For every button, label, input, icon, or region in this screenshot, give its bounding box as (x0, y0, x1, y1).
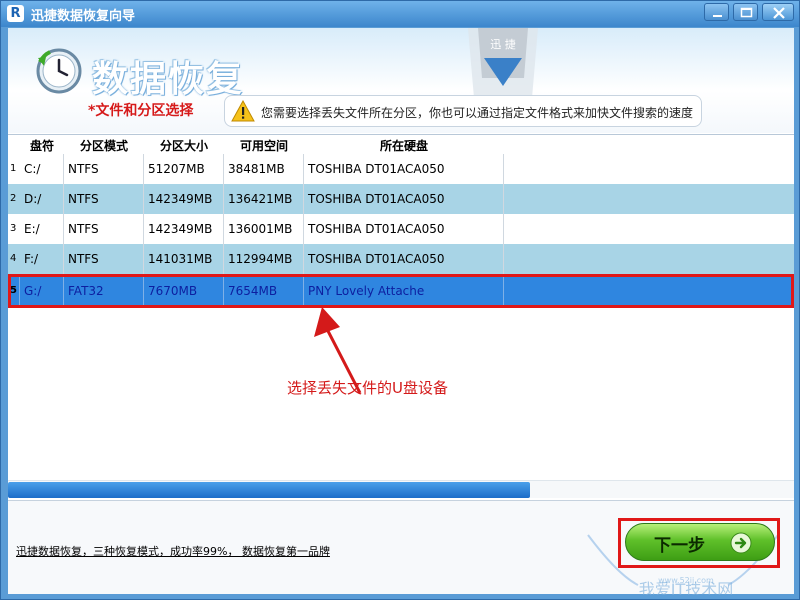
cell-size: 142349MB (144, 184, 224, 214)
row-index: 1 (10, 163, 17, 174)
cell-filler (504, 154, 794, 184)
annotation-text: 选择丢失文件的U盘设备 (287, 379, 448, 397)
cell-free: 112994MB (224, 244, 304, 274)
col-header-size[interactable]: 分区大小 (160, 137, 208, 154)
cell-disk: TOSHIBA DT01ACA050 (304, 214, 504, 244)
title-bar[interactable]: R 迅捷数据恢复向导 (1, 1, 799, 27)
horizontal-scrollbar[interactable] (8, 480, 794, 498)
brand-text: 迅 捷 (490, 37, 516, 51)
cell-fs: NTFS (64, 154, 144, 184)
cell-filler (504, 244, 794, 274)
cell-fs: NTFS (64, 184, 144, 214)
col-header-disk[interactable]: 所在硬盘 (380, 137, 428, 154)
cell-filler (504, 214, 794, 244)
table-row[interactable]: 2 D:/ NTFS 142349MB 136421MB TOSHIBA DT0… (8, 184, 794, 214)
cell-drive: C:/ (20, 154, 64, 184)
cell-size: 51207MB (144, 154, 224, 184)
tip-box: 您需要选择丢失文件所在分区，你也可以通过指定文件格式来加快文件搜索的速度 (224, 95, 702, 127)
clock-icon (36, 48, 82, 94)
watermark-url: www.52ij.com (658, 576, 714, 585)
next-button-label: 下一步 (654, 536, 705, 556)
cell-disk: TOSHIBA DT01ACA050 (304, 244, 504, 274)
minimize-icon (713, 15, 722, 17)
arrow-right-icon (730, 532, 752, 554)
warning-icon (231, 100, 255, 122)
table-row[interactable]: 3 E:/ NTFS 142349MB 136001MB TOSHIBA DT0… (8, 214, 794, 244)
table-row[interactable]: 4 F:/ NTFS 141031MB 112994MB TOSHIBA DT0… (8, 244, 794, 274)
table-row[interactable]: 1 C:/ NTFS 51207MB 38481MB TOSHIBA DT01A… (8, 154, 794, 184)
row-index: 3 (10, 223, 17, 234)
header-banner: 数据恢复 迅 捷 *文件和分区选择 您需要选择丢失文件所在分区，你也可以通过指定… (8, 28, 794, 133)
cell-disk: TOSHIBA DT01ACA050 (304, 184, 504, 214)
row-index: 4 (10, 253, 17, 264)
cell-fs: NTFS (64, 244, 144, 274)
next-step-button[interactable]: 下一步 (625, 523, 775, 561)
window-title: 迅捷数据恢复向导 (31, 9, 136, 24)
step-label: *文件和分区选择 (88, 103, 194, 119)
close-icon (773, 7, 785, 19)
col-header-drive[interactable]: 盘符 (30, 137, 54, 154)
cell-filler (504, 184, 794, 214)
cell-free: 38481MB (224, 154, 304, 184)
tip-text: 您需要选择丢失文件所在分区，你也可以通过指定文件格式来加快文件搜索的速度 (261, 106, 694, 120)
col-header-fs[interactable]: 分区模式 (80, 137, 128, 154)
cell-size: 141031MB (144, 244, 224, 274)
partition-table: 盘符 分区模式 分区大小 可用空间 所在硬盘 1 C:/ NTFS 51207M… (8, 134, 794, 500)
cell-disk: TOSHIBA DT01ACA050 (304, 154, 504, 184)
selection-highlight-box (8, 274, 794, 308)
cell-drive: D:/ (20, 184, 64, 214)
row-index: 2 (10, 193, 17, 204)
app-icon: R (7, 5, 24, 22)
close-button[interactable] (762, 3, 794, 21)
banner-title: 数据恢复 (92, 59, 245, 100)
cell-free: 136421MB (224, 184, 304, 214)
maximize-icon (740, 7, 753, 18)
scrollbar-thumb[interactable] (8, 482, 530, 498)
footer-bar: 迅捷数据恢复，三种恢复模式，成功率99%， 数据恢复第一品牌 我爱IT技术网 w… (8, 500, 794, 595)
cell-drive: F:/ (20, 244, 64, 274)
client-area: 数据恢复 迅 捷 *文件和分区选择 您需要选择丢失文件所在分区，你也可以通过指定… (8, 28, 794, 595)
table-header: 盘符 分区模式 分区大小 可用空间 所在硬盘 (8, 135, 794, 153)
app-window: R 迅捷数据恢复向导 数据恢复 迅 捷 *文件和分区选择 您需要选择丢失文件所在… (0, 0, 800, 600)
cell-size: 142349MB (144, 214, 224, 244)
col-header-free[interactable]: 可用空间 (240, 137, 288, 154)
cell-free: 136001MB (224, 214, 304, 244)
cell-drive: E:/ (20, 214, 64, 244)
maximize-button[interactable] (733, 3, 758, 21)
brand-logo-icon: 迅 捷 (468, 28, 538, 98)
promo-link[interactable]: 迅捷数据恢复，三种恢复模式，成功率99%， 数据恢复第一品牌 (16, 543, 330, 559)
cell-fs: NTFS (64, 214, 144, 244)
minimize-button[interactable] (704, 3, 729, 21)
